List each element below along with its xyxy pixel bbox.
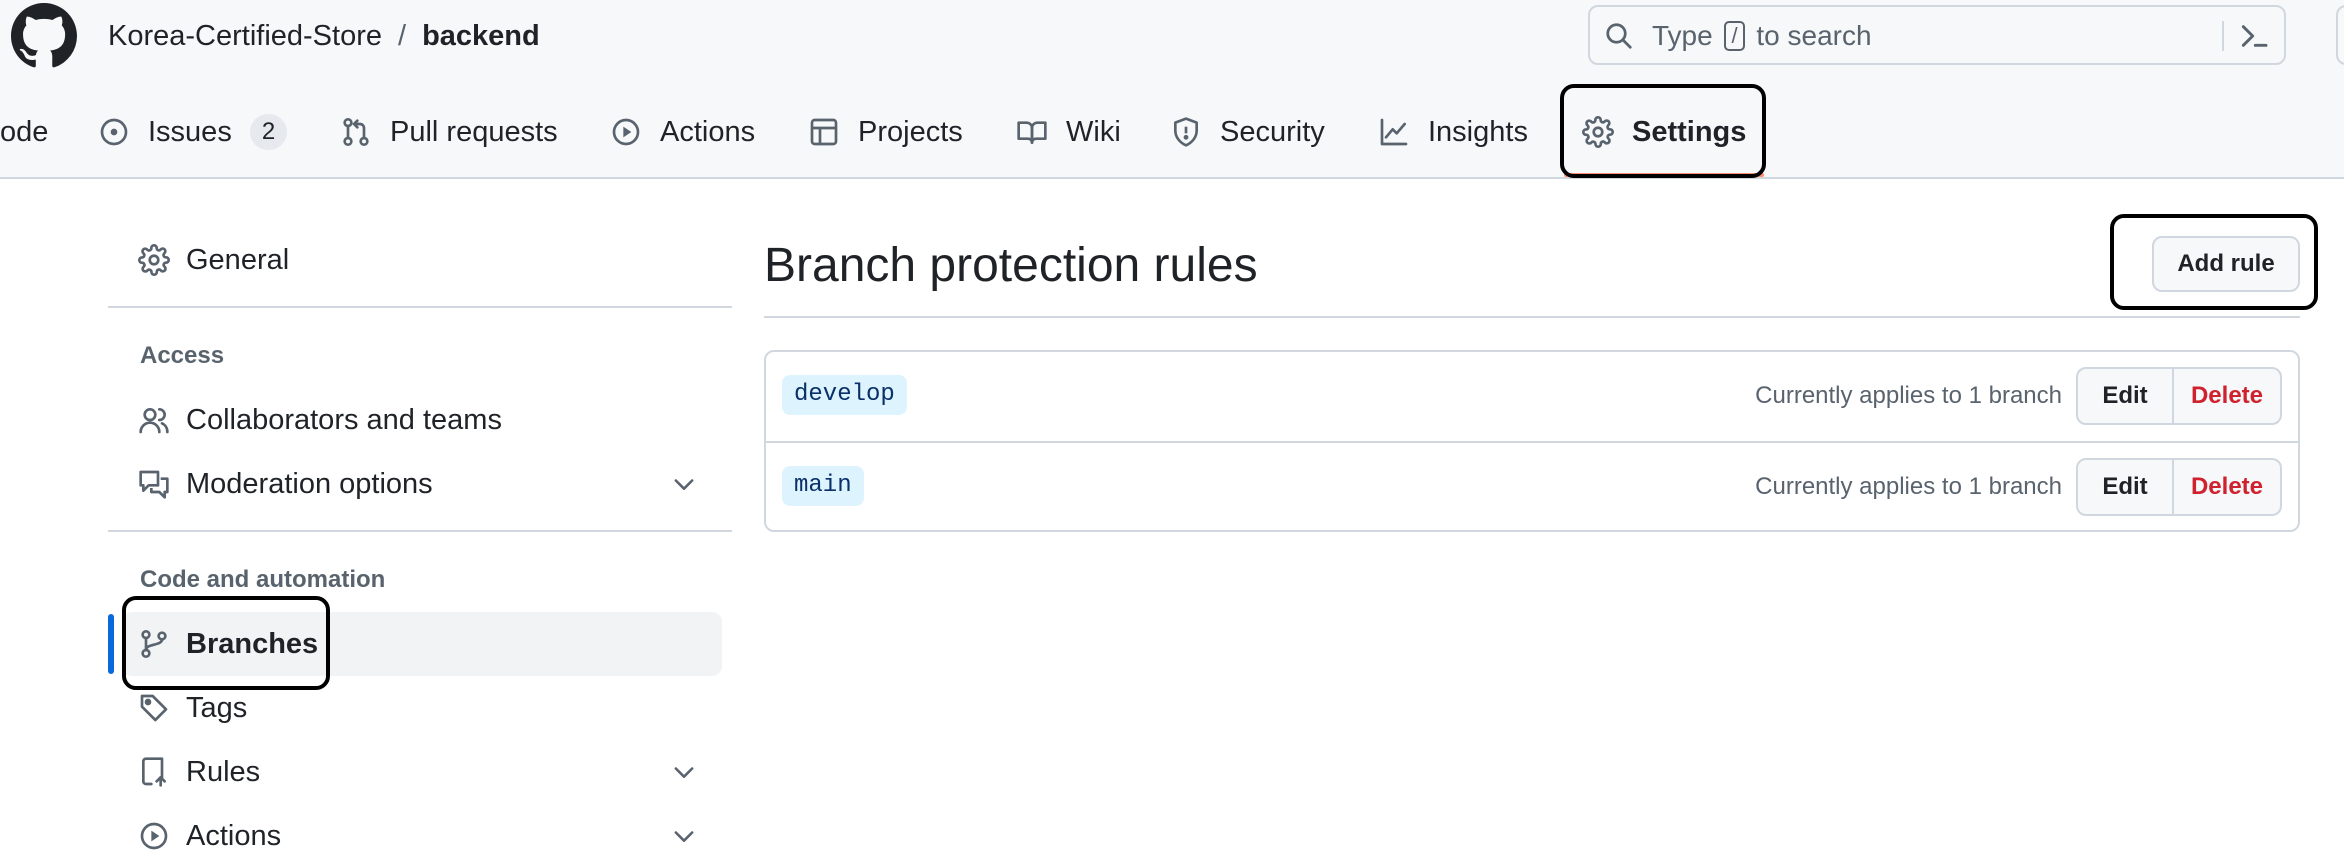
people-icon <box>139 408 169 434</box>
sidebar-selected-indicator <box>108 614 114 674</box>
table-icon <box>810 118 838 146</box>
tab-wiki[interactable]: Wiki <box>1016 108 1121 156</box>
sidebar-item-label: Rules <box>186 755 261 788</box>
delete-button[interactable]: Delete <box>2174 460 2280 514</box>
shield-icon <box>1174 117 1198 147</box>
search-suffix: to search <box>1756 20 1872 51</box>
sidebar-heading-access: Access <box>140 342 225 369</box>
pull-request-icon <box>343 118 369 146</box>
tab-settings[interactable]: Settings <box>1582 108 1746 156</box>
tab-issues[interactable]: Issues 2 <box>98 108 288 156</box>
gear-icon <box>1582 116 1614 148</box>
applies-text: Currently applies to 1 branch <box>1755 382 2062 409</box>
sidebar-item-label: Tags <box>186 691 248 724</box>
tab-label: Projects <box>858 115 963 148</box>
github-logo-icon[interactable] <box>11 3 77 69</box>
chevron-down-icon[interactable] <box>670 470 698 498</box>
breadcrumb: Korea-Certified-Store / backend <box>108 18 540 54</box>
tab-label: ode <box>0 115 49 148</box>
tab-label: Insights <box>1428 115 1528 148</box>
issues-count-badge: 2 <box>249 114 288 150</box>
tab-label: Settings <box>1632 115 1747 148</box>
breadcrumb-separator: / <box>398 20 407 52</box>
play-icon <box>612 118 640 146</box>
sidebar-heading-code-automation: Code and automation <box>140 566 386 593</box>
sidebar-item-actions[interactable]: Actions <box>138 812 281 860</box>
tab-security[interactable]: Security <box>1170 108 1325 156</box>
selected-tab-underline <box>1564 173 1764 177</box>
repo-header: Korea-Certified-Store / backend Type / to … <box>0 0 2344 179</box>
tab-label: Pull requests <box>390 115 558 148</box>
sidebar-item-moderation[interactable]: Moderation options <box>138 460 433 508</box>
tab-actions[interactable]: Actions <box>610 108 755 156</box>
sidebar-divider <box>108 306 732 308</box>
sidebar-item-tags[interactable]: Tags <box>138 684 247 732</box>
sidebar-item-rules[interactable]: Rules <box>138 748 260 796</box>
search-placeholder: Type / to search <box>1652 19 1872 53</box>
title-divider <box>764 316 2300 318</box>
search-icon <box>1606 23 1632 49</box>
search-input[interactable]: Type / to search <box>1588 5 2286 65</box>
list-item: develop Currently applies to 1 branch Ed… <box>766 352 2298 441</box>
repo-nav-tabs: ode Issues 2 Pull requests Actions Proje… <box>0 108 2344 156</box>
tab-label: Actions <box>660 115 756 148</box>
add-rule-button[interactable]: Add rule <box>2152 236 2300 292</box>
tag-icon <box>140 694 168 722</box>
header-edge-button[interactable] <box>2336 5 2344 65</box>
repo-name-link[interactable]: backend <box>422 20 540 52</box>
sidebar-item-label: Actions <box>186 819 282 852</box>
rule-actions: Edit Delete <box>2076 367 2282 425</box>
sidebar-item-branches[interactable]: Branches <box>138 620 318 668</box>
tab-projects[interactable]: Projects <box>808 108 963 156</box>
gear-icon <box>138 244 170 276</box>
list-item: main Currently applies to 1 branch Edit … <box>766 441 2298 532</box>
tab-label: Security <box>1220 115 1325 148</box>
delete-button[interactable]: Delete <box>2174 369 2280 423</box>
sidebar-item-collaborators[interactable]: Collaborators and teams <box>138 396 502 444</box>
chevron-down-icon[interactable] <box>670 758 698 786</box>
command-palette-icon[interactable] <box>2238 20 2270 52</box>
search-shortcut-key: / <box>1724 21 1745 51</box>
tab-insights[interactable]: Insights <box>1378 108 1528 156</box>
search-divider <box>2222 21 2224 51</box>
branch-name-tag[interactable]: develop <box>782 375 907 415</box>
tab-pull-requests[interactable]: Pull requests <box>340 108 558 156</box>
tab-label: Wiki <box>1066 115 1121 148</box>
edit-button[interactable]: Edit <box>2078 369 2174 423</box>
sidebar-item-general[interactable]: General <box>138 236 289 284</box>
sidebar-item-label: Collaborators and teams <box>186 403 502 436</box>
sidebar-item-label: Branches <box>186 627 319 660</box>
repo-push-icon <box>142 757 166 787</box>
branch-rules-list: develop Currently applies to 1 branch Ed… <box>764 350 2300 532</box>
git-branch-icon <box>141 630 167 658</box>
page-title: Branch protection rules <box>764 239 1258 292</box>
tab-label: Issues <box>148 115 232 148</box>
comment-discussion-icon <box>139 470 169 499</box>
graph-icon <box>1380 118 1408 146</box>
book-icon <box>1017 121 1047 144</box>
search-prefix: Type <box>1652 20 1713 51</box>
repo-owner-link[interactable]: Korea-Certified-Store <box>108 20 382 52</box>
tab-code[interactable]: ode <box>0 108 48 156</box>
issue-icon <box>100 118 128 146</box>
sidebar-item-label: Moderation options <box>186 467 433 500</box>
edit-button[interactable]: Edit <box>2078 460 2174 514</box>
applies-text: Currently applies to 1 branch <box>1755 473 2062 500</box>
play-icon <box>140 822 168 850</box>
sidebar-divider <box>108 530 732 532</box>
chevron-down-icon[interactable] <box>670 822 698 850</box>
sidebar-item-label: General <box>186 243 290 276</box>
rule-actions: Edit Delete <box>2076 458 2282 516</box>
branch-name-tag[interactable]: main <box>782 466 864 506</box>
